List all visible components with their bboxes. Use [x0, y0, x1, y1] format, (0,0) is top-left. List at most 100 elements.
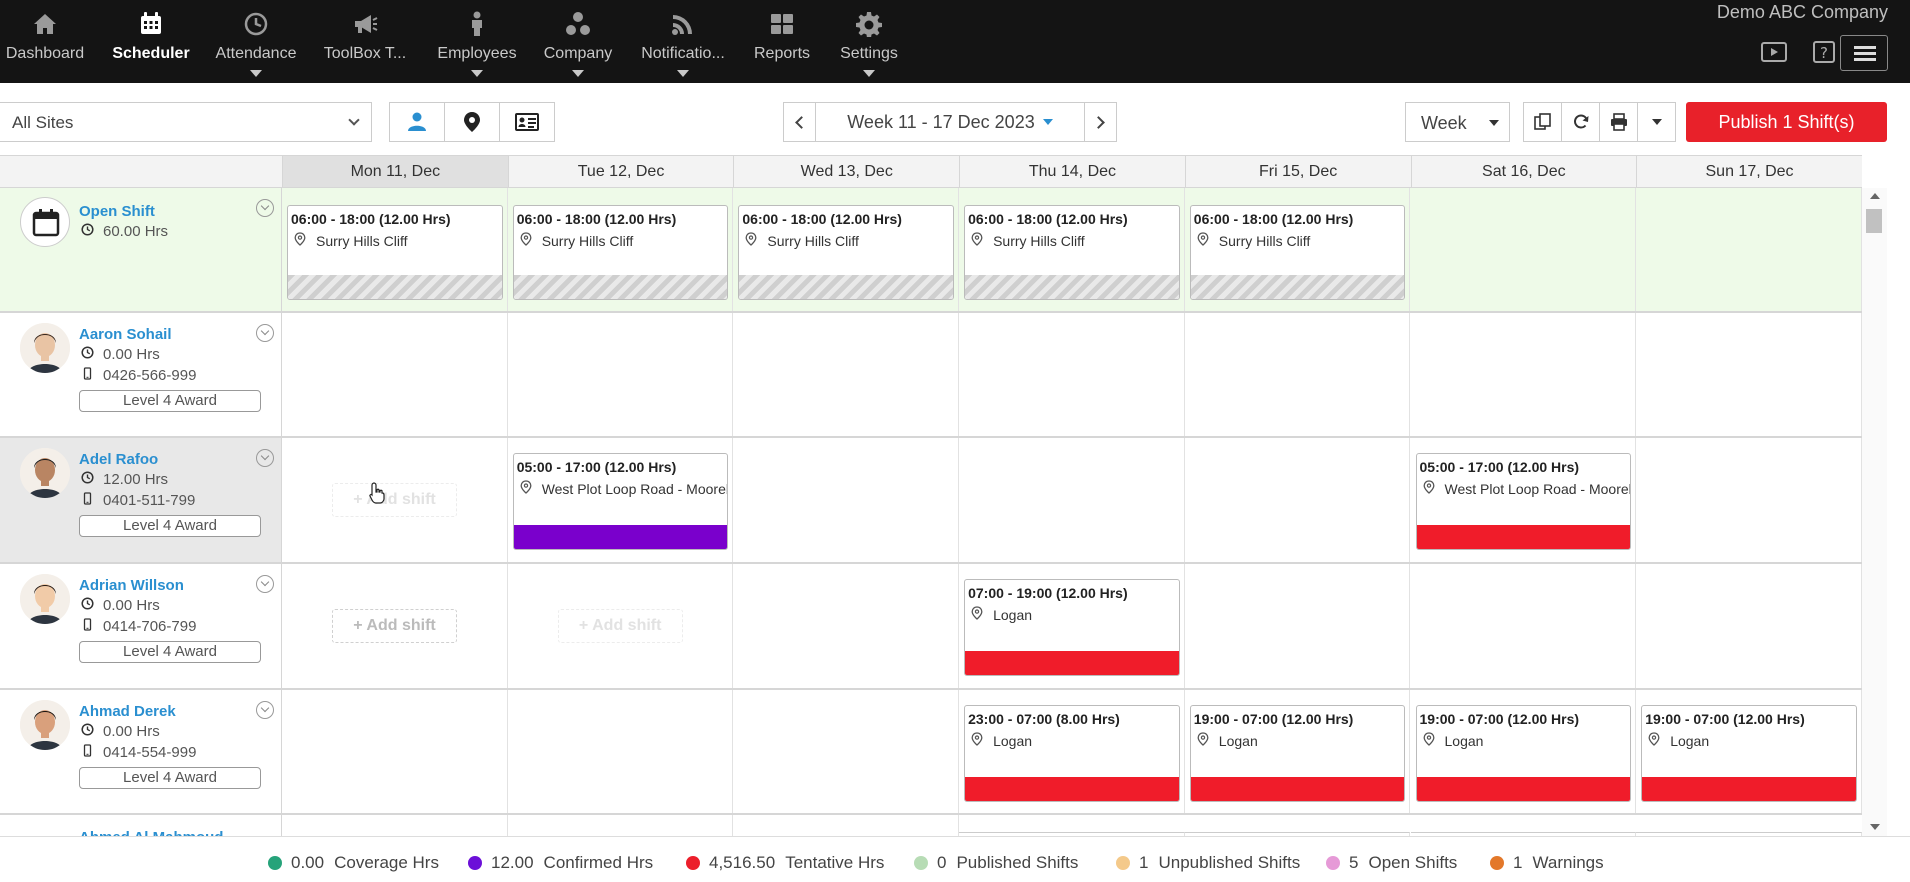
day-cell[interactable]	[1185, 438, 1411, 562]
employee-cell[interactable]: Adrian Willson 0.00 Hrs 0414-706-799 Level …	[0, 564, 282, 688]
shift-card[interactable]: 19:00 - 07:00 (12.00 Hrs) Logan	[1189, 705, 1406, 802]
shift-card[interactable]: 06:00 - 18:00 (12.00 Hrs) Surry Hills Cli…	[1189, 205, 1406, 300]
nav-item-scheduler[interactable]: Scheduler	[100, 0, 202, 83]
open-shift-row: Open Shift 60.00 Hrs 06:00 - 18:00 (12.00 …	[0, 188, 1862, 313]
day-cell[interactable]	[959, 438, 1185, 562]
expand-row-icon[interactable]	[256, 324, 274, 342]
scrollbar-thumb[interactable]	[1866, 209, 1882, 233]
add-shift-button[interactable]: + Add shift	[557, 609, 683, 643]
day-cell[interactable]	[733, 690, 960, 813]
next-week-button[interactable]	[1084, 102, 1117, 142]
day-cell[interactable]	[1636, 313, 1862, 436]
add-shift-button[interactable]: + Add shift	[332, 609, 457, 643]
expand-row-icon[interactable]	[256, 199, 274, 217]
employee-name[interactable]: Open Shift	[79, 203, 155, 220]
expand-row-icon[interactable]	[256, 575, 274, 593]
shift-card[interactable]: 05:00 - 17:00 (12.00 Hrs) West Plot Loop …	[512, 453, 729, 550]
day-cell[interactable]	[1185, 564, 1411, 688]
day-cell[interactable]	[733, 313, 960, 436]
shift-card[interactable]: 19:00 - 07:00 (12.00 Hrs) Logan	[1415, 705, 1632, 802]
add-shift-button[interactable]: + Add shift	[332, 483, 457, 517]
copy-shifts-button[interactable]	[1523, 102, 1562, 142]
shift-card[interactable]: 07:00 - 19:00 (12.00 Hrs) Logan	[964, 579, 1180, 676]
more-options-dropdown[interactable]	[1637, 102, 1676, 142]
nav-item-notificatio[interactable]: Notificatio...	[628, 0, 738, 83]
day-cell[interactable]	[282, 313, 508, 436]
employee-cell[interactable]: Aaron Sohail 0.00 Hrs 0426-566-999 Level 4 …	[0, 313, 282, 436]
shift-location-text: Surry Hills Cliff	[1218, 232, 1311, 249]
day-cell[interactable]	[733, 438, 960, 562]
employee-cell[interactable]: Ahmed Al Mahmoud	[0, 815, 282, 836]
nav-item-label: Notificatio...	[641, 45, 725, 62]
shift-card[interactable]: 19:00 - 07:00 (12.00 Hrs) Logan	[1641, 705, 1857, 802]
caret-down-icon	[677, 70, 689, 77]
clock-icon	[81, 223, 103, 240]
shift-status-bar	[513, 275, 728, 299]
day-cell[interactable]	[508, 815, 734, 836]
day-cell[interactable]	[1636, 188, 1862, 311]
employee-hours-text: 0.00 Hrs	[103, 723, 160, 740]
nav-item-dashboard[interactable]: Dashboard	[0, 0, 90, 83]
total-hours: 60.00 Hrs	[81, 223, 168, 240]
day-cell[interactable]	[508, 313, 734, 436]
shift-location: Surry Hills Cliff	[1197, 232, 1311, 249]
employee-name[interactable]: Adel Rafoo	[79, 451, 158, 468]
view-by-card-button[interactable]	[499, 102, 555, 142]
day-cell[interactable]	[508, 690, 734, 813]
previous-week-button[interactable]	[783, 102, 816, 142]
employee-cell[interactable]: Adel Rafoo 12.00 Hrs 0401-511-799 Level 4 A…	[0, 438, 282, 562]
view-mode-select[interactable]: Week	[1405, 102, 1510, 142]
nav-item-label: Dashboard	[5, 45, 85, 62]
shift-card[interactable]: 06:00 - 18:00 (12.00 Hrs) Surry Hills Cli…	[964, 205, 1180, 300]
day-cell[interactable]	[1411, 313, 1637, 436]
day-cell[interactable]	[733, 564, 960, 688]
employee-name[interactable]: Adrian Willson	[79, 577, 184, 594]
nav-item-company[interactable]: Company	[530, 0, 626, 83]
view-by-location-button[interactable]	[444, 102, 500, 142]
scroll-down-icon[interactable]	[1870, 824, 1880, 830]
shift-card[interactable]: 06:00 - 18:00 (12.00 Hrs) Surry Hills Cli…	[738, 205, 955, 300]
week-range-picker[interactable]: Week 11 - 17 Dec 2023	[815, 102, 1085, 142]
legend-dot-icon	[914, 856, 928, 870]
expand-row-icon[interactable]	[256, 701, 274, 719]
view-by-employee-button[interactable]	[389, 102, 445, 142]
day-cell[interactable]	[1185, 313, 1411, 436]
shift-card[interactable]: 05:00 - 17:00 (12.00 Hrs) West Plot Loop …	[1415, 453, 1632, 550]
day-cell[interactable]	[282, 815, 508, 836]
employee-name[interactable]: Ahmad Derek	[79, 703, 176, 720]
company-name[interactable]: Demo ABC Company	[1717, 2, 1888, 23]
hamburger-menu-button[interactable]	[1840, 35, 1888, 71]
nav-item-employees[interactable]: Employees	[429, 0, 525, 83]
video-tutorial-icon[interactable]	[1760, 40, 1796, 70]
employee-cell[interactable]: Ahmad Derek 0.00 Hrs 0414-554-999 Level 4 A…	[0, 690, 282, 813]
employee-name[interactable]: Aaron Sohail	[79, 326, 172, 343]
day-cell[interactable]	[1636, 438, 1862, 562]
day-cell[interactable]	[1411, 188, 1637, 311]
employee-phone: 0426-566-999	[81, 367, 196, 384]
day-cell[interactable]	[1411, 564, 1637, 688]
nav-item-reports[interactable]: Reports	[740, 0, 824, 83]
day-cell[interactable]	[282, 690, 508, 813]
day-cell[interactable]	[959, 313, 1185, 436]
site-filter-select[interactable]: All Sites	[0, 102, 372, 142]
refresh-button[interactable]	[1561, 102, 1600, 142]
scroll-up-icon[interactable]	[1870, 193, 1880, 199]
day-cell[interactable]	[1636, 564, 1862, 688]
shift-card[interactable]: 06:00 - 18:00 (12.00 Hrs) Surry Hills Cli…	[512, 205, 729, 300]
shift-location: Surry Hills Cliff	[294, 232, 408, 249]
day-cell[interactable]	[733, 815, 960, 836]
nav-item-settings[interactable]: Settings	[825, 0, 913, 83]
view-toggle-group	[389, 102, 555, 142]
print-button[interactable]	[1599, 102, 1638, 142]
shift-card[interactable]: 23:00 - 07:00 (8.00 Hrs) Logan	[964, 705, 1180, 802]
employee-name[interactable]: Ahmed Al Mahmoud	[79, 829, 223, 836]
home-icon	[0, 11, 90, 41]
day-header: Thu 14, Dec	[959, 156, 1185, 187]
nav-item-toolbox-t[interactable]: ToolBox T...	[312, 0, 418, 83]
publish-shifts-button[interactable]: Publish 1 Shift(s)	[1686, 102, 1887, 142]
shift-location-text: West Plot Loop Road - Moorebank	[1444, 480, 1631, 497]
vertical-scrollbar[interactable]	[1862, 188, 1887, 836]
expand-row-icon[interactable]	[256, 449, 274, 467]
shift-card[interactable]: 06:00 - 18:00 (12.00 Hrs) Surry Hills Cli…	[287, 205, 503, 300]
nav-item-attendance[interactable]: Attendance	[208, 0, 304, 83]
